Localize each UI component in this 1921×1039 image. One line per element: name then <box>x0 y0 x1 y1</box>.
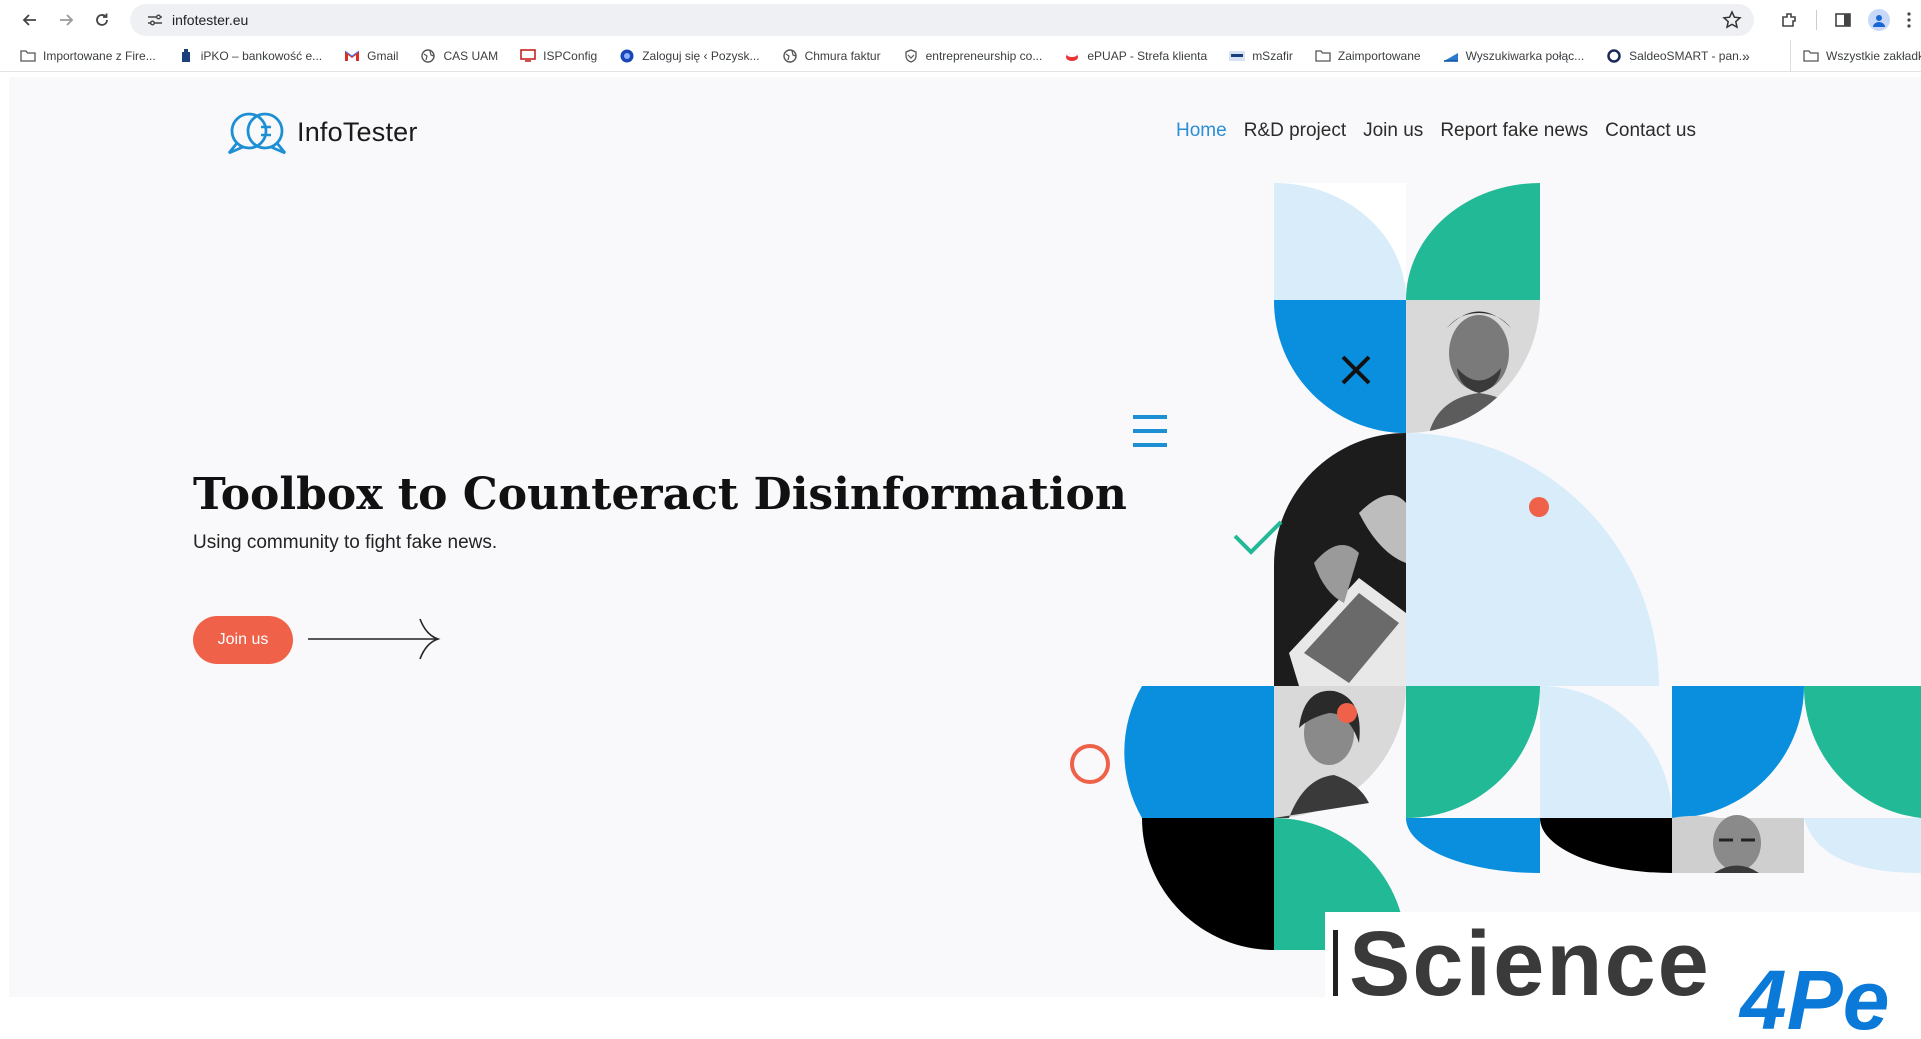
nav-rd-project[interactable]: R&D project <box>1244 120 1346 142</box>
hero-illustration <box>1070 183 1921 950</box>
site-settings-icon[interactable] <box>138 13 172 27</box>
reload-icon[interactable] <box>84 2 120 38</box>
science4people-banner: Science 4Pe <box>1325 912 1921 1039</box>
profile-avatar-icon[interactable] <box>1861 2 1897 38</box>
woman-photo <box>1274 686 1406 818</box>
bookmark-label: ePUAP - Strefa klienta <box>1087 48 1208 63</box>
banner-science-text: Science <box>1349 913 1711 1015</box>
bookmark-label: entrepreneurship co... <box>925 48 1043 63</box>
bookmark-item[interactable]: entrepreneurship co... <box>903 48 1043 63</box>
bookmark-label: Wyszukiwarka połąc... <box>1465 48 1585 63</box>
all-bookmarks-folder[interactable]: Wszystkie zakładki <box>1790 40 1921 72</box>
bookmark-item[interactable]: Wyszukiwarka połąc... <box>1443 48 1585 63</box>
train-icon <box>1443 49 1459 63</box>
red-dot-icon <box>1529 497 1549 517</box>
gmail-icon <box>344 49 360 63</box>
bookmark-label: ISPConfig <box>543 48 598 63</box>
site-icon <box>619 49 635 63</box>
bookmark-label: mSzafir <box>1252 48 1293 63</box>
hero-title-strong-text: Counteract Disinformation <box>462 469 1127 520</box>
side-panel-icon[interactable] <box>1825 2 1861 38</box>
bookmark-item[interactable]: SaldeoSMART - pan... <box>1606 49 1749 63</box>
hero-title: Toolbox to Counteract Disinformation <box>193 469 1127 520</box>
bookmark-label: SaldeoSMART - pan... <box>1629 48 1749 63</box>
circle-icon <box>1606 48 1622 63</box>
card-icon <box>1229 49 1246 63</box>
nav-contact-us[interactable]: Contact us <box>1605 120 1696 142</box>
address-bar[interactable]: infotester.eu <box>130 4 1754 36</box>
url-text: infotester.eu <box>172 12 249 28</box>
man-photo-2 <box>1672 815 1804 873</box>
red-dot-icon <box>1337 703 1357 723</box>
bookmark-item[interactable]: ISPConfig <box>520 49 597 63</box>
toolbar-divider <box>1807 2 1825 38</box>
bookmark-item[interactable]: mSzafir <box>1229 49 1293 63</box>
monitor-icon <box>520 49 536 63</box>
browser-toolbar: infotester.eu <box>0 0 1921 40</box>
bookmark-label: Gmail <box>367 48 399 63</box>
nav-home[interactable]: Home <box>1176 120 1227 142</box>
banner-4p-text: 4Pe <box>1740 953 1890 1039</box>
bookmark-star-icon[interactable] <box>1722 10 1742 35</box>
bookmark-item[interactable]: Zaimportowane <box>1315 49 1421 63</box>
folder-icon <box>1315 49 1331 63</box>
all-bookmarks-label: Wszystkie zakładki <box>1826 49 1921 63</box>
hero-title-strong: Counteract Disinformation <box>462 469 1127 520</box>
hero-subtitle: Using community to fight fake news. <box>193 532 498 553</box>
logo-text: InfoTester <box>297 116 418 147</box>
shield-icon <box>903 48 919 63</box>
bookmark-label: CAS UAM <box>443 48 499 63</box>
folder-icon <box>1803 49 1819 63</box>
bookmark-label: Zaloguj się ‹ Pozysk... <box>642 48 760 63</box>
bookmark-item[interactable]: Gmail <box>344 49 398 63</box>
man-photo-1 <box>1406 300 1540 433</box>
bookmarks-bar: Importowane z Fire... iPKO – bankowość e.… <box>0 40 1921 72</box>
folder-icon <box>20 49 36 63</box>
extensions-icon[interactable] <box>1771 2 1807 38</box>
more-bookmarks-chevron-icon[interactable]: » <box>1742 40 1750 72</box>
bookmark-item[interactable]: iPKO – bankowość e... <box>178 48 323 63</box>
web-page: InfoTester Home R&D project Join us Repo… <box>9 77 1921 997</box>
bookmark-label: Zaimportowane <box>1337 48 1421 63</box>
bookmark-item[interactable]: Importowane z Fire... <box>20 49 156 63</box>
join-us-button[interactable]: Join us <box>193 616 293 664</box>
long-arrow-icon <box>308 618 441 660</box>
speech-bubbles-logo-icon <box>227 112 287 155</box>
check-mark-icon <box>1233 520 1283 555</box>
main-navigation: Home R&D project Join us Report fake new… <box>1176 120 1713 142</box>
globe-icon <box>420 48 436 63</box>
site-logo[interactable]: InfoTester <box>225 107 418 157</box>
bookmark-label: Importowane z Fire... <box>43 48 156 63</box>
browser-menu-icon[interactable] <box>1897 2 1921 38</box>
banner-bar <box>1333 930 1338 996</box>
bookmark-item[interactable]: CAS UAM <box>420 49 498 63</box>
nav-report-fake-news[interactable]: Report fake news <box>1440 120 1588 142</box>
hamburger-menu-icon <box>1133 415 1167 447</box>
epuap-icon <box>1064 49 1080 63</box>
bookmark-item[interactable]: Zaloguj się ‹ Pozysk... <box>619 48 760 63</box>
globe-icon <box>782 48 798 63</box>
nav-join-us[interactable]: Join us <box>1363 120 1423 142</box>
hero-title-plain: Toolbox to <box>193 469 463 520</box>
back-arrow-icon[interactable] <box>12 2 48 38</box>
bookmark-item[interactable]: ePUAP - Strefa klienta <box>1064 49 1207 63</box>
bookmark-item[interactable]: Chmura faktur <box>782 49 881 63</box>
bookmark-label: Chmura faktur <box>804 48 881 63</box>
forward-arrow-icon[interactable] <box>48 2 84 38</box>
laptop-photo <box>1274 433 1406 686</box>
bookmark-label: iPKO – bankowość e... <box>200 48 323 63</box>
red-ring-icon <box>1070 744 1110 784</box>
bank-icon <box>178 48 194 63</box>
